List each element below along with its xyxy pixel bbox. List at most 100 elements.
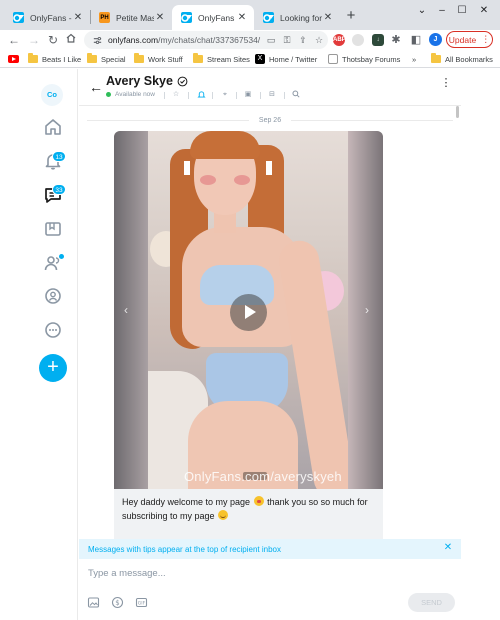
- tab-strip: OnlyFans - Fr ✕ PH Petite Masse ✕ OnlyFa…: [0, 0, 500, 30]
- divider: [236, 92, 237, 99]
- x-logo-icon: X: [255, 54, 265, 64]
- profile-avatar[interactable]: J: [429, 33, 442, 46]
- more-vertical-icon[interactable]: ⋮: [440, 78, 452, 89]
- adblock-extension-icon[interactable]: ABP: [333, 34, 346, 46]
- folder-icon: [193, 53, 203, 63]
- bookmark-beats[interactable]: Beats I Like: [28, 53, 81, 65]
- update-button[interactable]: Update ⋮: [446, 31, 493, 48]
- divider: [164, 92, 165, 99]
- tips-info-banner: Messages with tips appear at the top of …: [79, 539, 461, 559]
- youtube-bookmark[interactable]: [8, 53, 19, 65]
- search-icon[interactable]: [290, 90, 302, 100]
- site-info-icon[interactable]: [92, 35, 103, 46]
- back-arrow-icon[interactable]: ←: [89, 79, 103, 95]
- download-extension-icon[interactable]: ↓: [372, 34, 384, 46]
- thumbnail-shape: [266, 161, 272, 175]
- tip-dollar-icon[interactable]: $: [111, 596, 124, 609]
- next-media-chevron-icon[interactable]: ›: [365, 303, 369, 317]
- close-tab-icon[interactable]: ✕: [322, 12, 334, 23]
- tab-looking-for[interactable]: Looking for s ✕: [254, 5, 340, 30]
- thread-scrollbar[interactable]: [456, 106, 459, 118]
- message-caption: Hey daddy welcome to my page thank you s…: [114, 489, 383, 539]
- app-sidebar: [0, 69, 78, 620]
- folder-icon: [134, 53, 144, 63]
- chat-contact[interactable]: Avery Skye: [106, 74, 188, 88]
- divider: [212, 92, 213, 99]
- new-tab-button[interactable]: +: [343, 8, 359, 24]
- folder-icon: [28, 53, 38, 63]
- blushing-emoji-icon: [218, 510, 229, 520]
- all-bookmarks[interactable]: All Bookmarks: [431, 53, 493, 65]
- address-bar[interactable]: onlyfans.com/my/chats/chat/337367534/ ▭ …: [84, 31, 328, 49]
- thumbnail-shape: [184, 161, 190, 175]
- prev-media-chevron-icon[interactable]: ‹: [124, 303, 128, 317]
- cast-icon[interactable]: ▭: [264, 33, 278, 47]
- online-dot-icon: [106, 92, 111, 97]
- presence-status: Available now: [106, 91, 155, 98]
- bookmark-twitter[interactable]: X Home / Twitter: [255, 53, 317, 65]
- collections-bookmark-icon[interactable]: [43, 219, 63, 239]
- key-icon[interactable]: ⚿: [280, 33, 294, 47]
- divider: [260, 92, 261, 99]
- maximize-button[interactable]: ☐: [452, 5, 472, 21]
- divider: [188, 92, 189, 99]
- url-path: /my/chats/chat/337367534/: [158, 35, 261, 45]
- forward-icon[interactable]: →: [26, 32, 42, 48]
- new-post-button[interactable]: +: [39, 354, 67, 382]
- tab-onlyfans-active[interactable]: OnlyFans ✕: [172, 5, 254, 30]
- svg-text:GIF: GIF: [138, 601, 146, 607]
- notification-bell-icon[interactable]: [195, 90, 207, 100]
- user-avatar[interactable]: Co: [41, 84, 63, 106]
- extension-globe-icon[interactable]: [352, 34, 364, 46]
- tab-title: OnlyFans: [198, 12, 235, 23]
- tab-search-chevron-icon[interactable]: ⌄: [412, 5, 432, 21]
- bookmark-work[interactable]: Work Stuff: [134, 53, 183, 65]
- browser-toolbar: ← → ↻ onlyfans.com/my/chats/chat/3373675…: [0, 30, 500, 50]
- home-icon[interactable]: [63, 32, 79, 48]
- bookmark-label: All Bookmarks: [445, 54, 493, 64]
- close-window-button[interactable]: ✕: [474, 5, 494, 21]
- more-options-icon[interactable]: [43, 320, 63, 340]
- bookmark-special[interactable]: Special: [87, 53, 126, 65]
- favorite-star-icon[interactable]: ☆: [170, 90, 182, 100]
- home-icon[interactable]: [43, 117, 63, 137]
- close-banner-icon[interactable]: ✕: [441, 541, 455, 555]
- gif-icon[interactable]: GIF: [135, 596, 148, 609]
- side-panel-icon[interactable]: ◧: [410, 34, 422, 46]
- ph-favicon-icon: PH: [99, 12, 110, 23]
- minimize-button[interactable]: –: [432, 5, 452, 21]
- bookmark-label: Special: [101, 54, 126, 64]
- profile-circle-icon[interactable]: [43, 286, 63, 306]
- attach-image-icon[interactable]: [87, 596, 100, 609]
- close-tab-icon[interactable]: ✕: [154, 12, 166, 23]
- chat-header: ← Avery Skye Available now ☆ ⌖ ▣ ⊟: [79, 69, 461, 106]
- archive-icon[interactable]: ⊟: [266, 90, 278, 100]
- bookmark-thotsbay[interactable]: Thotsbay Forums: [328, 53, 400, 65]
- messages-badge: 33: [52, 184, 66, 195]
- tab-onlyfans-fr[interactable]: OnlyFans - Fr ✕: [4, 5, 90, 30]
- video-message[interactable]: ‹ › OnlyFans.com/averyskyeh: [114, 131, 383, 489]
- close-tab-icon[interactable]: ✕: [236, 12, 248, 23]
- back-icon[interactable]: ←: [6, 32, 22, 48]
- play-button[interactable]: [230, 294, 267, 331]
- bookmarks-overflow[interactable]: »: [412, 53, 416, 65]
- bookmark-stream[interactable]: Stream Sites: [193, 53, 250, 65]
- bookmark-star-icon[interactable]: ☆: [312, 33, 326, 47]
- bookmark-label: Thotsbay Forums: [342, 54, 401, 64]
- tab-petite[interactable]: PH Petite Masse ✕: [90, 5, 172, 30]
- message-input[interactable]: [79, 563, 439, 583]
- share-icon[interactable]: ⇪: [296, 33, 310, 47]
- send-button[interactable]: SEND: [408, 593, 455, 612]
- extensions-puzzle-icon[interactable]: ✱: [390, 34, 402, 46]
- bookmark-label: Stream Sites: [207, 54, 250, 64]
- forum-icon: [328, 54, 338, 64]
- thumbnail-shape: [190, 131, 260, 159]
- tab-title: Petite Masse: [116, 12, 154, 23]
- divider: [284, 92, 285, 99]
- reload-icon[interactable]: ↻: [45, 32, 61, 48]
- media-blur-left: [114, 131, 148, 489]
- gallery-icon[interactable]: ▣: [242, 90, 254, 100]
- pin-icon[interactable]: ⌖: [219, 90, 231, 100]
- close-tab-icon[interactable]: ✕: [72, 12, 84, 23]
- verified-badge-icon: [177, 76, 188, 86]
